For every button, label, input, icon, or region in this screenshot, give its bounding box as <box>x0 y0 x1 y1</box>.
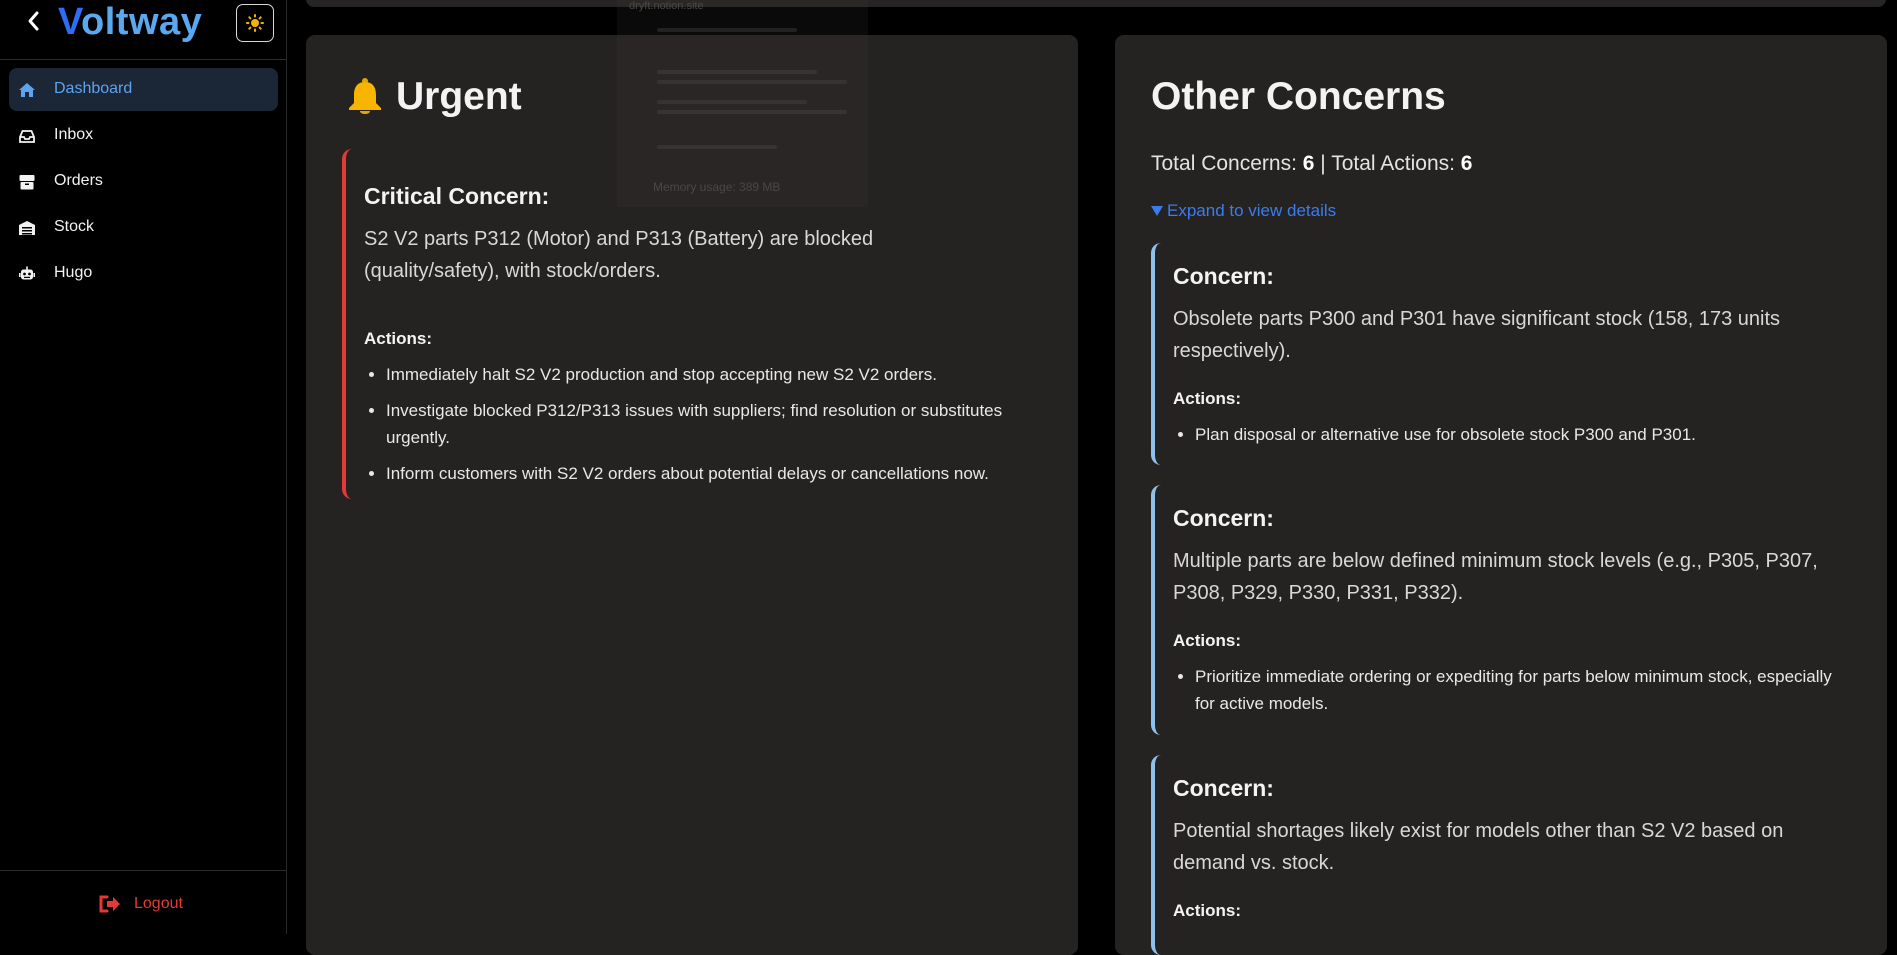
concern-description: Multiple parts are below defined minimum… <box>1173 550 1818 604</box>
concern-actions-list: Prioritize immediate ordering or expedit… <box>1173 663 1845 726</box>
overlay-site-text: dryft.notion.site <box>629 0 704 12</box>
concern-heading: Concern: <box>1173 263 1274 289</box>
logo-text: oltway <box>81 1 203 43</box>
overlay-line <box>657 80 847 84</box>
critical-concern-description: S2 V2 parts P312 (Motor) and P313 (Batte… <box>364 228 874 282</box>
home-icon <box>19 83 35 97</box>
top-card-edge <box>306 0 1886 7</box>
urgent-title: Urgent <box>396 75 522 118</box>
urgent-heading: Urgent <box>346 75 522 119</box>
actions-label: Actions: <box>364 329 432 348</box>
totals-summary: Total Concerns: 6 | Total Actions: 6 <box>1151 152 1472 176</box>
warehouse-icon <box>19 221 35 235</box>
sidebar-item-dashboard[interactable]: Dashboard <box>9 68 278 111</box>
logo-initial: V <box>58 1 82 43</box>
overlay-line <box>657 145 777 149</box>
concern-description: Potential shortages likely exist for mod… <box>1173 820 1784 874</box>
total-concerns-count: 6 <box>1302 152 1315 175</box>
overlay-line <box>657 100 807 104</box>
total-concerns-label: Total Concerns: <box>1151 152 1297 175</box>
concern-heading: Concern: <box>1173 505 1274 531</box>
actions-label: Actions: <box>1173 631 1241 650</box>
concern-card: Concern: Potential shortages likely exis… <box>1151 755 1851 955</box>
list-item: Prioritize immediate ordering or expedit… <box>1195 663 1845 717</box>
logout-icon <box>99 895 120 913</box>
list-item: Inform customers with S2 V2 orders about… <box>386 460 1026 487</box>
other-concerns-panel: Other Concerns Total Concerns: 6 | Total… <box>1115 35 1887 955</box>
chevron-left-icon[interactable] <box>20 10 46 36</box>
robot-icon <box>19 266 35 280</box>
concern-card: Concern: Multiple parts are below define… <box>1151 485 1851 735</box>
concern-heading: Concern: <box>1173 775 1274 801</box>
critical-concern-heading: Critical Concern: <box>364 183 550 209</box>
sidebar-item-label: Hugo <box>54 264 93 281</box>
expand-details-toggle[interactable]: Expand to view details <box>1151 201 1336 221</box>
sidebar-item-stock[interactable]: Stock <box>9 206 278 249</box>
overlay-line <box>657 28 797 32</box>
sidebar: Voltway Dashboard Inbox Orders Stock Hug… <box>0 0 287 934</box>
sidebar-item-orders[interactable]: Orders <box>9 160 278 203</box>
sidebar-item-label: Stock <box>54 218 95 235</box>
list-item: Investigate blocked P312/P313 issues wit… <box>386 397 1026 451</box>
sidebar-item-hugo[interactable]: Hugo <box>9 252 278 295</box>
app-logo[interactable]: Voltway <box>58 1 202 44</box>
critical-actions-list: Immediately halt S2 V2 production and st… <box>364 361 1026 496</box>
sidebar-item-label: Orders <box>54 172 103 189</box>
logout-button[interactable]: Logout <box>98 894 183 914</box>
list-item: Plan disposal or alternative use for obs… <box>1195 421 1845 448</box>
concern-card: Concern: Obsolete parts P300 and P301 ha… <box>1151 243 1851 465</box>
sidebar-item-label: Dashboard <box>54 80 133 97</box>
total-actions-count: 6 <box>1460 152 1473 175</box>
theme-toggle-button[interactable] <box>236 4 274 42</box>
inbox-icon <box>19 130 35 143</box>
logout-label: Logout <box>134 895 183 912</box>
overlay-memory-text: Memory usage: 389 MB <box>653 180 781 194</box>
overlay-line <box>657 70 817 74</box>
concern-actions-list: Plan disposal or alternative use for obs… <box>1173 421 1845 457</box>
sidebar-nav: Dashboard Inbox Orders Stock Hugo <box>9 68 278 298</box>
bell-icon <box>349 78 381 114</box>
sidebar-item-label: Inbox <box>54 126 94 143</box>
sidebar-header: Voltway <box>0 0 286 60</box>
expand-label: Expand to view details <box>1167 201 1337 220</box>
total-actions-label: Total Actions: <box>1331 152 1455 175</box>
concern-description: Obsolete parts P300 and P301 have signif… <box>1173 308 1781 362</box>
actions-label: Actions: <box>1173 389 1241 408</box>
triangle-down-icon <box>1151 206 1163 216</box>
sidebar-divider <box>0 870 286 871</box>
sidebar-item-inbox[interactable]: Inbox <box>9 114 278 157</box>
totals-separator: | <box>1320 152 1326 175</box>
list-item: Immediately halt S2 V2 production and st… <box>386 361 1026 388</box>
actions-label: Actions: <box>1173 901 1241 920</box>
faint-overlay-popup: dryft.notion.site Memory usage: 389 MB <box>617 0 868 207</box>
box-icon <box>19 175 35 190</box>
overlay-line <box>657 110 847 114</box>
other-concerns-title: Other Concerns <box>1151 75 1446 118</box>
sun-icon <box>246 14 264 32</box>
